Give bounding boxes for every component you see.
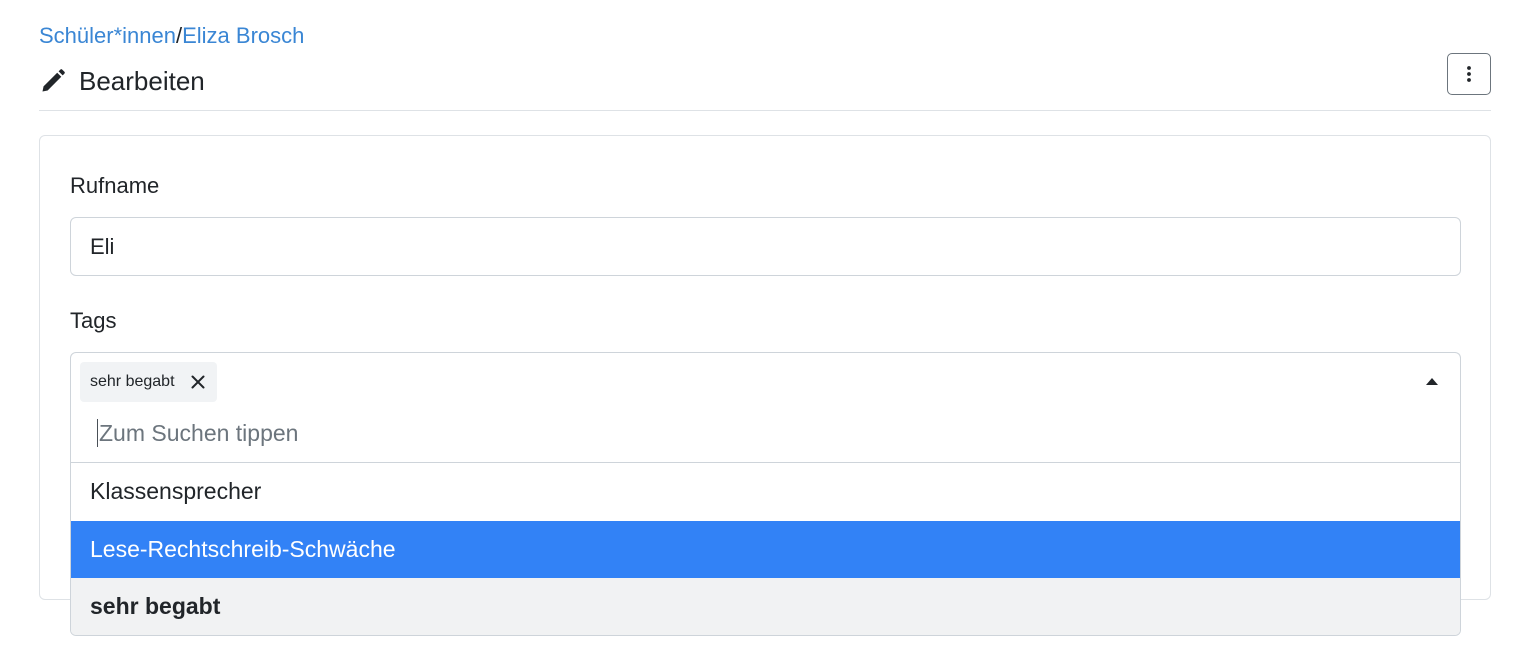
tag-search-input[interactable]: Zum Suchen tippen <box>97 417 298 449</box>
kebab-icon <box>1467 66 1471 82</box>
breadcrumb-students-link[interactable]: Schüler*innen <box>39 23 176 48</box>
selected-tag: sehr begabt <box>80 362 217 402</box>
rufname-label: Rufname <box>70 173 160 198</box>
page-title-text: Bearbeiten <box>79 66 205 96</box>
rufname-input[interactable]: Eli <box>70 217 1461 276</box>
edit-student-page: Schüler*innen/Eliza Brosch Bearbeiten Ru… <box>0 0 1536 654</box>
tag-option[interactable]: Lese-Rechtschreib-Schwäche <box>71 520 1460 578</box>
pencil-icon <box>42 69 65 92</box>
caret-up-icon[interactable] <box>1426 378 1438 385</box>
tags-multiselect[interactable]: sehr begabt Zum Suchen tippen <box>70 352 1461 462</box>
tag-option[interactable]: sehr begabt <box>71 578 1460 635</box>
breadcrumb-student-link[interactable]: Eliza Brosch <box>182 23 304 48</box>
close-icon <box>191 375 205 389</box>
more-options-button[interactable] <box>1447 53 1491 95</box>
tags-dropdown: Klassensprecher Lese-Rechtschreib-Schwäc… <box>70 462 1461 636</box>
tag-option[interactable]: Klassensprecher <box>71 463 1460 521</box>
breadcrumb: Schüler*innen/Eliza Brosch <box>39 22 304 50</box>
selected-tag-label: sehr begabt <box>90 373 175 390</box>
tags-label: Tags <box>70 308 117 333</box>
remove-tag-button[interactable] <box>191 375 205 389</box>
page-title: Bearbeiten <box>39 64 205 98</box>
text-cursor <box>97 419 98 447</box>
tag-search-placeholder: Zum Suchen tippen <box>99 420 299 446</box>
page-header: Bearbeiten <box>39 53 1491 111</box>
